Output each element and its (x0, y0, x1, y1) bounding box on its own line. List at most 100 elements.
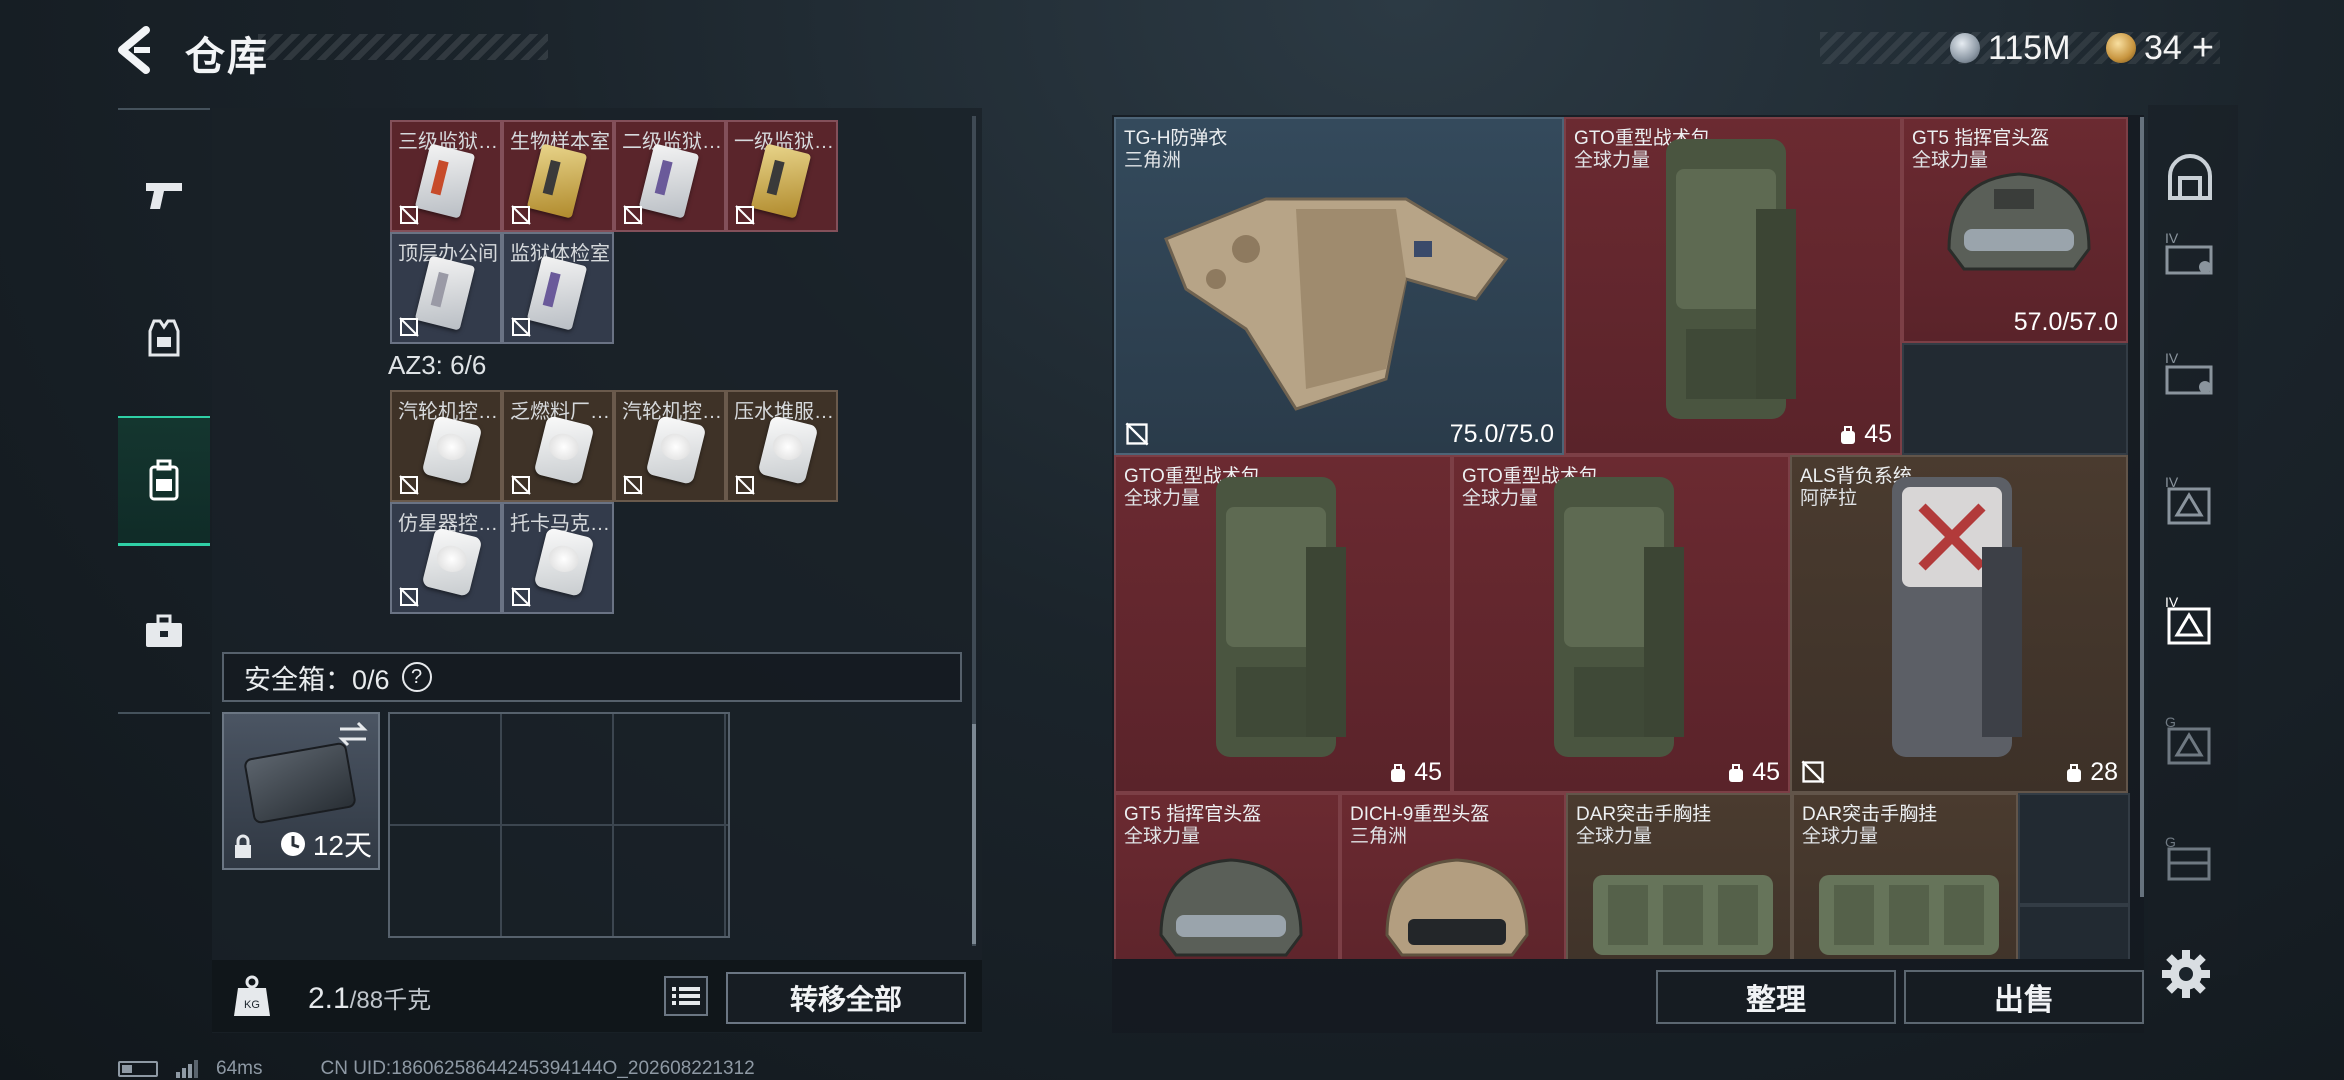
sort-button[interactable]: 整理 (1656, 970, 1896, 1024)
list-icon (672, 987, 700, 1005)
svg-text:KG: KG (244, 999, 260, 1011)
backpack-icon (149, 459, 179, 500)
storage-tab-all[interactable] (2160, 148, 2220, 208)
silver-coin-icon (1950, 33, 1980, 63)
access-card-icon (533, 527, 595, 597)
inventory-item-chest-rig[interactable]: DAR突击手胸挂 全球力量 (1566, 793, 1792, 959)
clock-icon (280, 832, 305, 856)
no-sell-icon (511, 205, 531, 225)
safe-box-slots[interactable] (388, 712, 730, 938)
no-sell-icon (399, 475, 419, 495)
page-title: 仓库 (185, 35, 269, 79)
access-card-item[interactable]: 压水堆服… (726, 390, 838, 502)
inventory-item-backpack[interactable]: GTO重型战术包 全球力量 45 (1452, 455, 1790, 793)
safe-box-case[interactable]: 12天 (222, 712, 380, 870)
all-items-icon (2168, 154, 2212, 200)
keycard-item[interactable]: 一级监狱… (726, 120, 838, 232)
scrollbar-thumb[interactable] (972, 724, 976, 944)
settings-button[interactable] (2160, 948, 2212, 1000)
keycard-item[interactable]: 二级监狱… (614, 120, 726, 232)
nav-equipment-case[interactable] (118, 566, 210, 696)
inventory-item-backpack[interactable]: GTO重型战术包 全球力量 45 (1114, 455, 1452, 793)
no-sell-icon (511, 317, 531, 337)
gear-icon (2162, 950, 2210, 998)
backpack-image (1554, 477, 1684, 757)
case-image (243, 741, 357, 825)
toolbox-icon (146, 614, 182, 647)
helmet-image (1385, 858, 1529, 957)
swap-icon[interactable] (336, 720, 370, 748)
list-view-button[interactable] (664, 976, 708, 1016)
back-arrow-icon (118, 26, 150, 74)
pistol-icon (146, 183, 182, 209)
no-sell-icon (735, 475, 755, 495)
weight-icon: KG (234, 975, 270, 1016)
uid-readout: CN UID:18606258644245394144O_20260822131… (320, 1058, 755, 1079)
tier4-container-icon: IV (2165, 594, 2211, 645)
svg-text:IV: IV (2165, 350, 2179, 366)
keycard-item[interactable]: 监狱体检室 (502, 232, 614, 344)
keycard-icon (526, 255, 588, 331)
nav-armor[interactable] (118, 274, 210, 404)
backpack-capacity-icon (1729, 763, 1744, 782)
az3-container-label: AZ3: 6/6 (388, 350, 487, 380)
access-card-item[interactable]: 汽轮机控… (390, 390, 502, 502)
access-card-icon (421, 527, 483, 597)
inventory-item-backpack[interactable]: GTO重型战术包 全球力量 45 (1564, 117, 1902, 455)
gold-coin-icon (2106, 33, 2136, 63)
empty-slot[interactable] (2018, 793, 2130, 905)
access-card-icon (757, 415, 819, 485)
storage-tab-3[interactable]: IV (2160, 470, 2220, 530)
backpack-image (1216, 477, 1346, 757)
access-card-item[interactable]: 汽轮机控… (614, 390, 726, 502)
inventory-item-vest[interactable]: TG-H防弹衣 三角洲 75.0/75.0 (1114, 117, 1564, 455)
keycard-item[interactable]: 顶层办公间 (390, 232, 502, 344)
storage-grid: TG-H防弹衣 三角洲 75.0/75.0 GTO重型战术包 全球力量 45 G… (1114, 117, 2132, 959)
backpack-image (1892, 477, 2022, 757)
storage-tab-1[interactable]: IV (2160, 224, 2220, 284)
no-sell-icon (399, 205, 419, 225)
scrollbar-thumb[interactable] (2140, 117, 2144, 897)
back-button[interactable] (112, 22, 162, 78)
transfer-all-button[interactable]: 转移全部 (726, 972, 966, 1024)
storage-tab-4-selected[interactable]: IV (2160, 590, 2220, 650)
inventory-item-backpack[interactable]: ALS背负系统 阿萨拉 28 (1790, 455, 2128, 793)
storage-tab-6[interactable]: G (2160, 830, 2220, 890)
currency-silver: 115M (1950, 28, 2071, 68)
inventory-item-helmet[interactable]: GT5 指挥官头盔 全球力量 (1114, 793, 1340, 959)
access-card-icon (421, 415, 483, 485)
no-sell-icon (735, 205, 755, 225)
inventory-item-chest-rig[interactable]: DAR突击手胸挂 全球力量 (1792, 793, 2018, 959)
empty-slot[interactable] (1902, 343, 2128, 455)
svg-text:IV: IV (2165, 230, 2179, 246)
access-card-item[interactable]: 托卡马克… (502, 502, 614, 614)
nav-weapons[interactable] (118, 130, 210, 260)
sell-button[interactable]: 出售 (1904, 970, 2144, 1024)
inventory-item-helmet[interactable]: GT5 指挥官头盔 全球力量 57.0/57.0 (1902, 117, 2128, 343)
keycard-item[interactable]: 生物样本室 (502, 120, 614, 232)
nav-backpack[interactable] (118, 416, 210, 546)
no-sell-icon (511, 587, 531, 607)
backpack-capacity-icon (2067, 763, 2082, 782)
no-sell-icon (511, 475, 531, 495)
storage-tab-5[interactable]: G (2160, 710, 2220, 770)
no-sell-icon (1801, 760, 1825, 784)
access-card-icon (645, 415, 707, 485)
signal-icon (176, 1060, 198, 1078)
no-sell-icon (623, 475, 643, 495)
empty-slot[interactable] (2018, 905, 2130, 959)
help-button[interactable]: ? (401, 662, 432, 692)
backpack-capacity-icon (1841, 425, 1856, 444)
body-armor-image (1164, 197, 1509, 411)
keycard-item[interactable]: 三级监狱… (390, 120, 502, 232)
access-card-item[interactable]: 乏燃料厂… (502, 390, 614, 502)
helmet-image (1159, 858, 1303, 957)
add-currency-button[interactable]: + (2192, 27, 2214, 70)
storage-tab-2[interactable]: IV (2160, 344, 2220, 404)
keycard-icon (750, 143, 812, 219)
backpack-image (1666, 139, 1796, 419)
inventory-item-helmet[interactable]: DICH-9重型头盔 三角洲 (1340, 793, 1566, 959)
keycard-icon (638, 143, 700, 219)
access-card-item[interactable]: 仿星器控… (390, 502, 502, 614)
currency-gold: 34 + (2106, 27, 2214, 70)
